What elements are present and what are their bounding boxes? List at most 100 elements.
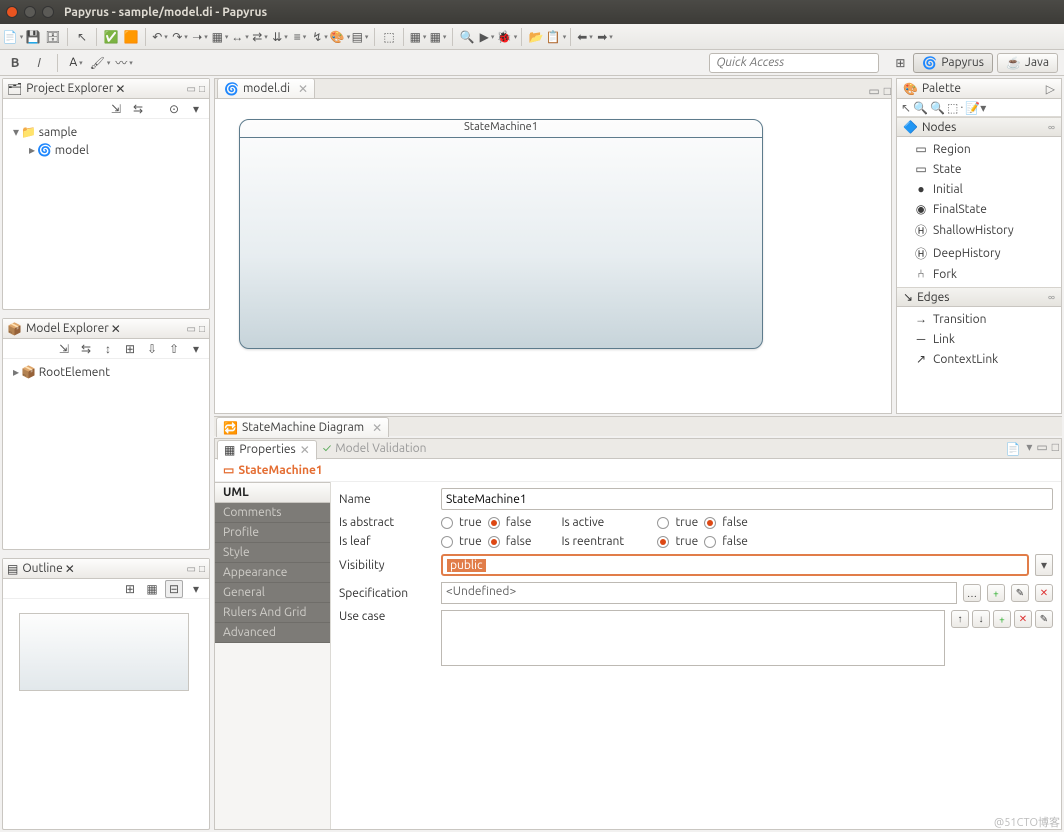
bold-button[interactable]: B	[6, 54, 24, 72]
validate-button[interactable]: ✅	[102, 28, 120, 46]
grid-dropdown[interactable]: ▦	[409, 28, 427, 46]
outline-tree-button[interactable]: ⊞	[121, 580, 139, 598]
view-menu-button[interactable]: ▾	[187, 100, 205, 118]
spec-add-button[interactable]: +	[987, 584, 1005, 602]
palette-item-transition[interactable]: →Transition	[897, 309, 1061, 329]
tree-item-rootelement[interactable]: ▸📦 RootElement	[9, 363, 203, 381]
props-new-button[interactable]: 📄	[1004, 440, 1022, 458]
view-minimize-button[interactable]: ▭	[187, 563, 196, 575]
select-all-button[interactable]: ⬚	[380, 28, 398, 46]
italic-button[interactable]: I	[30, 54, 48, 72]
isreentrant-true-radio[interactable]	[657, 536, 669, 548]
debug-dropdown[interactable]: 🐞	[498, 28, 516, 46]
usecase-list[interactable]	[441, 610, 945, 666]
redo-dropdown[interactable]: ↷	[171, 28, 189, 46]
palette-header[interactable]: 🎨 Palette ▷	[897, 79, 1061, 99]
view-maximize-button[interactable]: □	[199, 83, 205, 95]
spec-delete-button[interactable]: ✕	[1035, 584, 1053, 602]
palette-item-initial[interactable]: ●Initial	[897, 179, 1061, 199]
visibility-input[interactable]: public	[441, 554, 1029, 576]
tool-cursor-button[interactable]: ↖	[73, 28, 91, 46]
link-editor-button[interactable]: ⇆	[129, 100, 147, 118]
isabstract-true-radio[interactable]	[441, 517, 453, 529]
fill-color-button[interactable]: 🖌	[91, 54, 109, 72]
cat-appearance[interactable]: Appearance	[215, 563, 330, 583]
save-button[interactable]: 💾	[24, 28, 42, 46]
cat-uml[interactable]: UML	[215, 482, 330, 503]
palette-collapse-icon[interactable]: ▷	[1046, 82, 1055, 96]
editor-tab-model[interactable]: 🌀 model.di ✕	[217, 78, 315, 98]
save-all-button[interactable]: 🗄	[44, 28, 62, 46]
tree-item-model[interactable]: ▸🌀 model	[9, 141, 203, 159]
window-close-button[interactable]	[6, 6, 18, 18]
edges-drawer-header[interactable]: ↘ Edges ∞	[897, 287, 1061, 307]
search-button[interactable]: 🔍	[458, 28, 476, 46]
visibility-dropdown-button[interactable]: ▾	[1035, 554, 1053, 576]
cat-rulers[interactable]: Rulers And Grid	[215, 603, 330, 623]
window-maximize-button[interactable]	[42, 6, 54, 18]
me-import-button[interactable]: ⇩	[143, 340, 161, 358]
outline-both-button[interactable]: ⊟	[165, 580, 183, 598]
me-link-button[interactable]: ⇆	[77, 340, 95, 358]
spec-edit-button[interactable]: ✎	[1011, 584, 1029, 602]
snap-dropdown[interactable]: ▦	[429, 28, 447, 46]
run-dropdown[interactable]: ▶	[478, 28, 496, 46]
name-input[interactable]	[441, 488, 1053, 510]
me-sort-button[interactable]: ↕	[99, 340, 117, 358]
palette-item-finalstate[interactable]: ◉FinalState	[897, 199, 1061, 219]
palette-item-fork[interactable]: ⑃Fork	[897, 265, 1061, 284]
view-minimize-button[interactable]: ▭	[187, 83, 196, 95]
palette-item-state[interactable]: ▭State	[897, 159, 1061, 179]
open-task-button[interactable]: 📂	[527, 28, 545, 46]
close-tab-icon[interactable]: ✕	[298, 82, 308, 96]
outline-overview-button[interactable]: ▦	[143, 580, 161, 598]
me-collapse-button[interactable]: ⇲	[55, 340, 73, 358]
layout-dropdown[interactable]: ▦	[211, 28, 229, 46]
palette-item-link[interactable]: ─Link	[897, 329, 1061, 349]
appearance-dropdown[interactable]: 🎨	[331, 28, 349, 46]
perspective-dropdown[interactable]: 📋	[547, 28, 565, 46]
usecase-add-button[interactable]: +	[993, 610, 1011, 628]
diagram-tab[interactable]: 🔁 StateMachine Diagram ✕	[216, 417, 389, 437]
marquee-icon[interactable]: ⬚	[947, 101, 958, 115]
filter-dropdown[interactable]: ▤	[351, 28, 369, 46]
zoom-in-icon[interactable]: 🔍	[913, 101, 928, 115]
usecase-up-button[interactable]: ↑	[951, 610, 969, 628]
close-diagram-tab-icon[interactable]: ✕	[372, 421, 382, 435]
props-maximize-button[interactable]: □	[1052, 440, 1059, 458]
view-maximize-button[interactable]: □	[199, 323, 205, 335]
view-maximize-button[interactable]: □	[199, 563, 205, 575]
perspective-java[interactable]: ☕ Java	[997, 53, 1058, 73]
view-minimize-button[interactable]: ▭	[187, 323, 196, 335]
props-menu-button[interactable]: ▾	[1026, 440, 1032, 458]
isactive-false-radio[interactable]	[704, 517, 716, 529]
router-dropdown[interactable]: ↯	[311, 28, 329, 46]
cat-advanced[interactable]: Advanced	[215, 623, 330, 643]
isabstract-false-radio[interactable]	[488, 517, 500, 529]
outline-menu-button[interactable]: ▾	[187, 580, 205, 598]
distribute-dropdown[interactable]: ⇄	[251, 28, 269, 46]
order-dropdown[interactable]: ≡	[291, 28, 309, 46]
outline-header[interactable]: ▤ Outline ✕ ▭ □	[3, 559, 209, 579]
model-explorer-header[interactable]: 📦 Model Explorer ✕ ▭ □	[3, 319, 209, 339]
me-menu-button[interactable]: ▾	[187, 340, 205, 358]
select-tool-icon[interactable]: ↖	[901, 101, 911, 115]
usecase-down-button[interactable]: ↓	[972, 610, 990, 628]
palette-item-contextlink[interactable]: ↗ContextLink	[897, 349, 1061, 369]
forward-dropdown[interactable]: ➡	[596, 28, 614, 46]
palette-item-region[interactable]: ▭Region	[897, 139, 1061, 159]
isleaf-false-radio[interactable]	[488, 536, 500, 548]
tab-model-validation[interactable]: ✓ Model Validation	[317, 440, 433, 457]
cat-style[interactable]: Style	[215, 543, 330, 563]
cat-profile[interactable]: Profile	[215, 523, 330, 543]
diagram-canvas[interactable]: StateMachine1	[215, 99, 891, 413]
new-dropdown-button[interactable]: 📄	[4, 28, 22, 46]
isactive-true-radio[interactable]	[657, 517, 669, 529]
open-perspective-button[interactable]: ⊞	[891, 54, 909, 72]
palette-item-shallowhistory[interactable]: ⒽShallowHistory	[897, 219, 1061, 242]
focus-button[interactable]: ⊙	[165, 100, 183, 118]
perspective-papyrus[interactable]: 🌀 Papyrus	[913, 53, 993, 73]
tab-properties[interactable]: ▦ Properties ✕	[217, 440, 317, 460]
usecase-delete-button[interactable]: ✕	[1014, 610, 1032, 628]
align-dropdown[interactable]: ↔	[231, 28, 249, 46]
